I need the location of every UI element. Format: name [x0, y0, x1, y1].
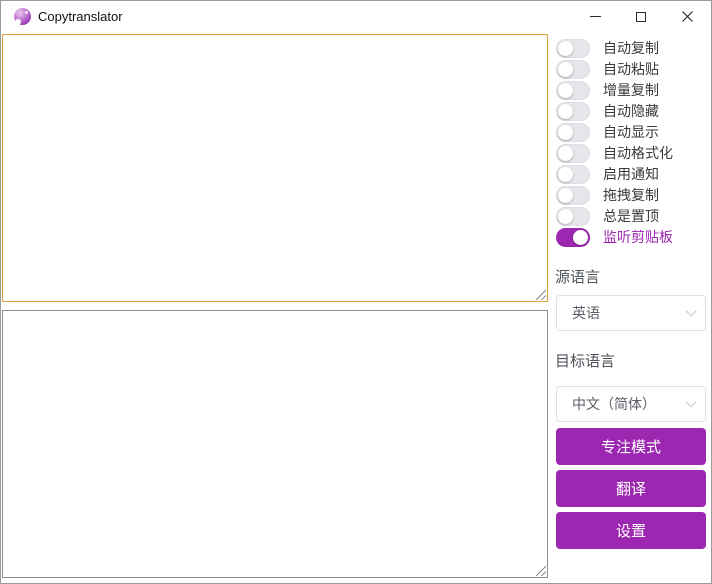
toggle-switch-icon — [556, 164, 590, 184]
toggle-auto-show[interactable]: 自动显示 — [556, 122, 659, 142]
maximize-icon — [636, 11, 646, 22]
target-language-label: 目标语言 — [555, 353, 616, 370]
target-language-value: 中文（简体） — [572, 396, 656, 412]
translate-button[interactable]: 翻译 — [556, 470, 706, 507]
titlebar[interactable]: Copytranslator — [1, 1, 711, 33]
toggle-label: 自动粘贴 — [603, 61, 659, 77]
toggle-label: 自动显示 — [603, 124, 659, 140]
source-language-select[interactable]: 英语 — [556, 295, 706, 331]
toggle-auto-paste[interactable]: 自动粘贴 — [556, 59, 659, 79]
toggle-label: 自动复制 — [603, 40, 659, 56]
toggle-switch-icon — [556, 101, 590, 121]
toggle-label: 自动格式化 — [603, 145, 673, 161]
window-title: Copytranslator — [38, 9, 123, 24]
toggle-switch-icon — [556, 185, 590, 205]
minimize-button[interactable] — [572, 1, 618, 32]
minimize-icon — [589, 16, 601, 17]
toggle-incremental-copy[interactable]: 增量复制 — [556, 80, 659, 100]
settings-button[interactable]: 设置 — [556, 512, 706, 549]
result-textarea[interactable] — [2, 310, 548, 578]
toggle-switch-icon — [556, 143, 590, 163]
target-language-select[interactable]: 中文（简体） — [556, 386, 706, 422]
toggle-switch-icon — [556, 227, 590, 247]
chevron-down-icon — [685, 396, 697, 408]
toggle-listen-clipboard[interactable]: 监听剪贴板 — [556, 227, 673, 247]
toggle-auto-format[interactable]: 自动格式化 — [556, 143, 673, 163]
toggle-auto-hide[interactable]: 自动隐藏 — [556, 101, 659, 121]
toggle-label: 自动隐藏 — [603, 103, 659, 119]
close-icon — [681, 11, 693, 22]
chevron-down-icon — [685, 305, 697, 317]
toggle-switch-icon — [556, 80, 590, 100]
toggle-always-on-top[interactable]: 总是置顶 — [556, 206, 659, 226]
toggle-label: 总是置顶 — [603, 208, 659, 224]
toggle-switch-icon — [556, 59, 590, 79]
toggle-label: 拖拽复制 — [603, 187, 659, 203]
window-controls — [572, 1, 710, 32]
toggle-switch-icon — [556, 206, 590, 226]
toggle-switch-icon — [556, 122, 590, 142]
toggle-switch-icon — [556, 38, 590, 58]
source-textarea[interactable] — [2, 34, 548, 302]
close-button[interactable] — [664, 1, 710, 32]
toggle-drag-copy[interactable]: 拖拽复制 — [556, 185, 659, 205]
app-window: Copytranslator 自动复制 自动粘贴 增量复制 自动隐藏 自动显示 … — [0, 0, 712, 584]
source-language-label: 源语言 — [555, 269, 601, 286]
app-logo-icon — [14, 8, 31, 25]
source-language-value: 英语 — [572, 305, 600, 321]
focus-mode-button[interactable]: 专注模式 — [556, 428, 706, 465]
toggle-label: 增量复制 — [603, 82, 659, 98]
toggle-label: 监听剪贴板 — [603, 229, 673, 245]
toggle-enable-notifications[interactable]: 启用通知 — [556, 164, 659, 184]
maximize-button[interactable] — [618, 1, 664, 32]
toggle-label: 启用通知 — [603, 166, 659, 182]
toggle-auto-copy[interactable]: 自动复制 — [556, 38, 659, 58]
